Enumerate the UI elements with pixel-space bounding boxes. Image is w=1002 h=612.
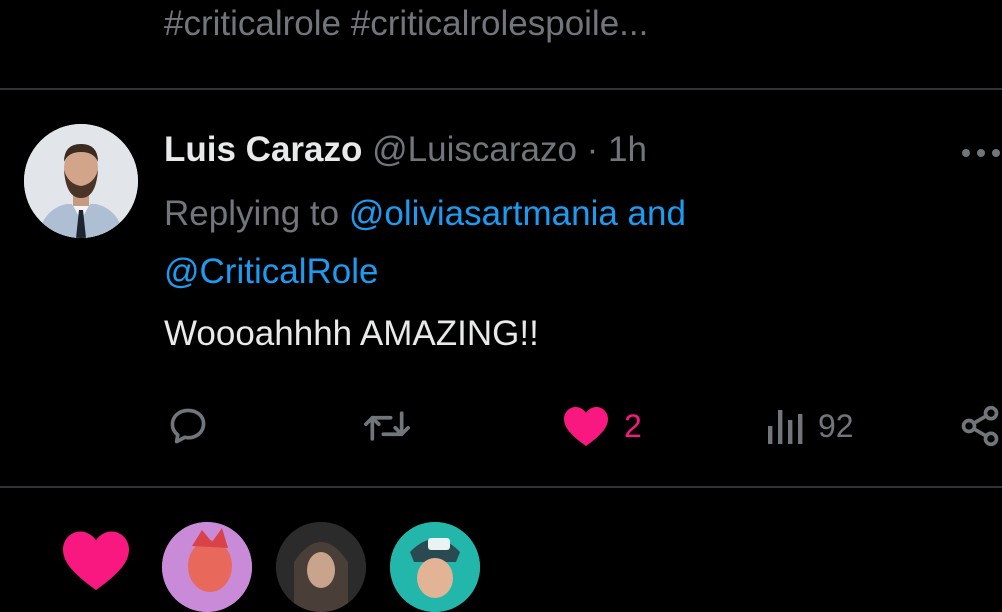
views-button[interactable]: 92 (764, 404, 854, 448)
separator-dot: · (586, 130, 599, 169)
replying-to-line-2: @CriticalRole (164, 252, 378, 292)
reply-icon (170, 408, 206, 444)
views-icon (768, 410, 803, 444)
liker-avatar[interactable] (162, 522, 252, 612)
replying-to-label: Replying to (164, 194, 340, 233)
liker-avatar-image (390, 522, 480, 612)
liker-avatar-image (276, 522, 366, 612)
like-button[interactable]: 2 (562, 404, 642, 448)
reply-button[interactable] (166, 404, 210, 448)
timestamp[interactable]: 1h (608, 130, 647, 169)
author-name[interactable]: Luis Carazo (164, 130, 362, 169)
mention-criticalrole[interactable]: @CriticalRole (164, 252, 378, 291)
more-icon[interactable] (960, 146, 1002, 160)
share-icon (961, 405, 999, 447)
mention-oliviasartmania[interactable]: @oliviasartmania (349, 194, 618, 233)
share-button[interactable] (958, 404, 1002, 448)
mention-conjunction[interactable]: and (628, 194, 686, 233)
divider (0, 88, 1002, 90)
liker-avatar[interactable] (390, 522, 480, 612)
heart-icon (63, 531, 129, 590)
tweet-header: Luis Carazo @Luiscarazo · 1h (164, 130, 647, 170)
retweet-icon (364, 411, 410, 441)
author-handle[interactable]: @Luiscarazo (372, 130, 577, 169)
previous-tweet-hashtags[interactable]: #criticalrole #criticalrolespoile... (164, 4, 648, 44)
tweet-text: Woooahhhh AMAZING!! (164, 314, 539, 353)
liker-avatar[interactable] (276, 522, 366, 612)
views-count: 92 (818, 407, 854, 444)
heart-icon (564, 407, 608, 446)
like-count: 2 (624, 407, 642, 444)
avatar-image (24, 124, 138, 238)
replying-to-line: Replying to @oliviasartmania and (164, 194, 686, 234)
divider (0, 486, 1002, 488)
avatar[interactable] (24, 124, 138, 238)
liker-avatar-image (162, 522, 252, 612)
retweet-button[interactable] (360, 404, 414, 448)
